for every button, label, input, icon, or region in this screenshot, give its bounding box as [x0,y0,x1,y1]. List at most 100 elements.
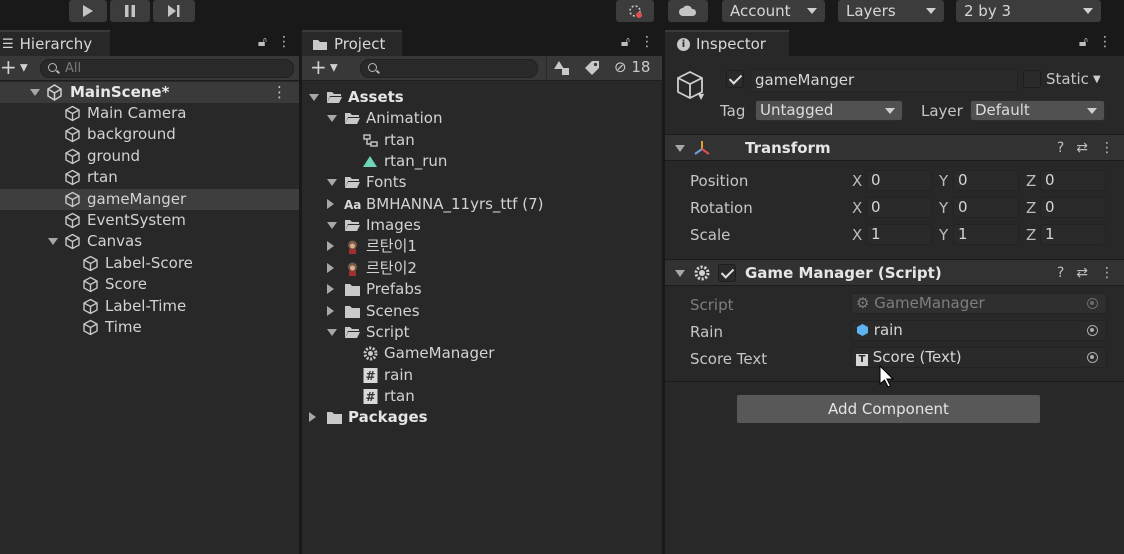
expand-arrow-icon[interactable] [309,412,316,423]
project-item[interactable]: Prefabs [302,279,662,300]
object-picker-icon[interactable] [1087,352,1098,363]
rotation-z-input[interactable]: 0 [1040,196,1106,218]
expand-arrow-icon[interactable] [327,284,334,295]
collapse-arrow-icon[interactable] [327,328,337,336]
collapse-arrow-icon[interactable] [309,94,319,101]
tab-inspector[interactable]: i Inspector [665,30,789,56]
chevron-down-icon[interactable]: ▼ [1093,74,1101,85]
expand-arrow-icon[interactable] [327,198,334,209]
transform-header[interactable]: Transform ? ⇄ ⋮ [665,134,1124,161]
collapse-arrow-icon[interactable] [675,270,685,277]
project-item[interactable]: GameManager [302,343,662,364]
tag-dropdown[interactable]: Untagged [755,100,903,121]
account-dropdown[interactable]: Account [722,0,825,22]
hierarchy-item[interactable]: ground [0,146,299,167]
lock-icon[interactable]: 🔓︎ [258,34,267,50]
axis-x-label[interactable]: X [852,226,862,244]
expand-arrow-icon[interactable] [327,262,334,273]
hierarchy-item[interactable]: Time [0,317,299,338]
hierarchy-item[interactable]: gameManger [0,188,299,210]
project-item[interactable]: Animation [302,108,662,129]
project-item[interactable]: # rain [302,365,662,386]
project-item[interactable]: Scenes [302,301,662,322]
scale-x-input[interactable]: 1 [866,223,932,245]
cloud-button[interactable] [668,0,708,22]
project-item[interactable]: Assets [302,87,662,108]
hierarchy-item[interactable]: Canvas [0,231,299,252]
hidden-packages-toggle[interactable]: ⊘ 18 [614,58,650,76]
axis-y-label[interactable]: Y [939,226,948,244]
presets-icon[interactable]: ⇄ [1076,140,1088,156]
collapse-arrow-icon[interactable] [327,179,337,187]
expand-arrow-icon[interactable] [30,89,40,96]
kebab-menu-icon[interactable]: ⋮ [640,34,654,50]
lock-icon[interactable]: 🔓︎ [1079,34,1088,50]
component-enabled-checkbox[interactable] [718,264,736,282]
layout-dropdown[interactable]: 2 by 3 [956,0,1101,22]
icon-picker-arrow-icon[interactable]: ▼ [698,92,704,101]
game-manager-header[interactable]: Game Manager (Script) ? ⇄ ⋮ [665,259,1124,286]
expand-arrow-icon[interactable] [48,238,58,246]
project-item[interactable]: Aa BMHANNA_11yrs_ttf (7) [302,194,662,215]
hierarchy-item[interactable]: Main Camera [0,103,299,124]
axis-z-label[interactable]: Z [1026,226,1036,244]
hierarchy-item[interactable]: Label-Score [0,253,299,274]
axis-y-label[interactable]: Y [939,172,948,190]
object-picker-icon[interactable] [1087,325,1098,336]
static-label[interactable]: Static [1046,70,1089,88]
presets-icon[interactable]: ⇄ [1076,265,1088,281]
lock-icon[interactable]: 🔓︎ [621,34,630,50]
position-x-input[interactable]: 0 [866,170,932,191]
axis-y-label[interactable]: Y [939,199,948,217]
hierarchy-item[interactable]: EventSystem [0,210,299,231]
tab-project[interactable]: Project [302,30,402,56]
static-checkbox[interactable] [1023,70,1041,88]
rain-field[interactable]: rain [851,320,1107,341]
kebab-menu-icon[interactable]: ⋮ [277,34,291,50]
scene-row[interactable]: MainScene* ⋮ [0,82,299,103]
play-button[interactable] [69,0,107,22]
create-button[interactable]: + ▼ [0,57,30,79]
position-y-input[interactable]: 0 [953,170,1019,191]
project-item[interactable]: # rtan [302,386,662,407]
collapse-arrow-icon[interactable] [327,222,337,230]
expand-arrow-icon[interactable] [327,305,334,316]
project-item[interactable]: Packages [302,407,662,428]
project-item[interactable]: Images [302,215,662,236]
hierarchy-item[interactable]: Label-Time [0,296,299,317]
project-item[interactable]: Script [302,322,662,343]
hierarchy-item[interactable]: Score [0,274,299,295]
scale-y-input[interactable]: 1 [953,223,1019,245]
project-item[interactable]: rtan [302,130,662,151]
hierarchy-item[interactable]: background [0,124,299,145]
project-search-input[interactable] [360,59,538,78]
tab-hierarchy[interactable]: ☰ Hierarchy [0,30,110,56]
project-item[interactable]: 르탄이2 [302,258,662,279]
active-checkbox[interactable] [726,70,744,88]
project-item[interactable]: 르탄이1 [302,236,662,257]
create-button[interactable]: + ▼ [310,57,346,79]
kebab-menu-icon[interactable]: ⋮ [1098,34,1112,50]
position-z-input[interactable]: 0 [1040,170,1106,191]
object-name-input[interactable]: gameManger [750,69,1018,92]
collapse-arrow-icon[interactable] [675,145,685,152]
search-by-type-button[interactable] [546,56,576,80]
axis-z-label[interactable]: Z [1026,199,1036,217]
hierarchy-search-input[interactable]: All [40,59,294,78]
axis-x-label[interactable]: X [852,199,862,217]
kebab-menu-icon[interactable]: ⋮ [272,82,287,103]
collab-button[interactable] [616,0,654,22]
axis-x-label[interactable]: X [852,172,862,190]
rotation-y-input[interactable]: 0 [953,196,1019,218]
collapse-arrow-icon[interactable] [327,115,337,123]
step-button[interactable] [153,0,195,22]
rotation-x-input[interactable]: 0 [866,196,932,218]
layer-dropdown[interactable]: Default [970,100,1105,121]
layers-dropdown[interactable]: Layers [838,0,944,22]
project-item[interactable]: Fonts [302,172,662,193]
hierarchy-item[interactable]: rtan [0,167,299,188]
axis-z-label[interactable]: Z [1026,172,1036,190]
help-icon[interactable]: ? [1057,265,1064,281]
add-component-button[interactable]: Add Component [736,394,1041,424]
scale-z-input[interactable]: 1 [1040,223,1106,245]
